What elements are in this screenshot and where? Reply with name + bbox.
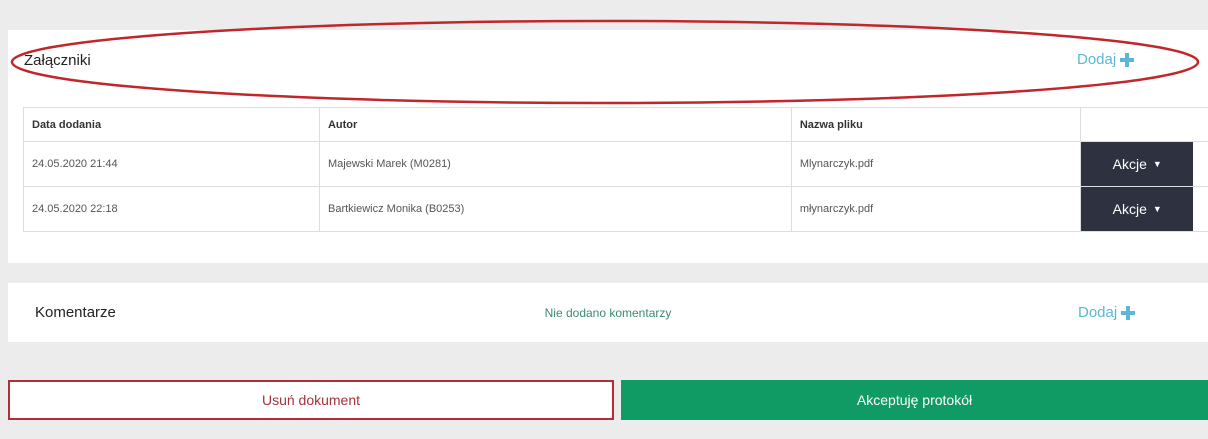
attachments-header: Załączniki Dodaj — [8, 30, 1208, 92]
cell-filename[interactable]: młynarczyk.pdf — [790, 186, 1082, 232]
delete-document-button[interactable]: Usuń dokument — [8, 380, 614, 420]
add-attachment-button[interactable]: Dodaj — [1077, 51, 1135, 68]
cell-date: 24.05.2020 21:44 — [23, 141, 320, 187]
table-row: 24.05.2020 21:44 Majewski Marek (M0281) … — [23, 141, 1208, 187]
actions-label: Akcje — [1112, 156, 1147, 172]
cell-author: Majewski Marek (M0281) — [318, 141, 792, 187]
actions-label: Akcje — [1112, 201, 1147, 217]
column-header-filename[interactable]: Nazwa pliku — [790, 107, 1082, 142]
caret-down-icon: ▼ — [1152, 159, 1162, 169]
cell-filename[interactable]: Mlynarczyk.pdf — [790, 141, 1082, 187]
actions-dropdown-button[interactable]: Akcje ▼ — [1081, 142, 1194, 186]
column-header-actions — [1080, 107, 1208, 142]
table-row: 24.05.2020 22:18 Bartkiewicz Monika (B02… — [23, 186, 1208, 232]
no-comments-text: Nie dodano komentarzy — [544, 306, 672, 320]
caret-down-icon: ▼ — [1152, 204, 1162, 214]
accept-protocol-button[interactable]: Akceptuję protokół — [621, 380, 1208, 420]
cell-author: Bartkiewicz Monika (B0253) — [318, 186, 792, 232]
actions-dropdown-button[interactable]: Akcje ▼ — [1081, 187, 1194, 231]
table-header-row: Data dodania Autor Nazwa pliku — [23, 107, 1208, 142]
column-header-author[interactable]: Autor — [318, 107, 792, 142]
cell-actions: Akcje ▼ — [1080, 186, 1208, 232]
attachments-panel: Załączniki Dodaj Data dodania Autor Nazw… — [8, 30, 1208, 263]
cell-date: 24.05.2020 22:18 — [23, 186, 320, 232]
plus-icon — [1120, 52, 1135, 67]
add-comment-label: Dodaj — [1078, 304, 1118, 321]
add-attachment-label: Dodaj — [1077, 51, 1117, 68]
add-comment-button[interactable]: Dodaj — [1078, 304, 1136, 321]
plus-icon — [1121, 305, 1136, 320]
cell-actions: Akcje ▼ — [1080, 141, 1208, 187]
attachments-title: Załączniki — [24, 52, 91, 69]
comments-panel: Komentarze Nie dodano komentarzy Dodaj — [8, 283, 1208, 342]
column-header-date[interactable]: Data dodania — [23, 107, 320, 142]
attachments-table: Data dodania Autor Nazwa pliku 24.05.202… — [23, 107, 1208, 232]
